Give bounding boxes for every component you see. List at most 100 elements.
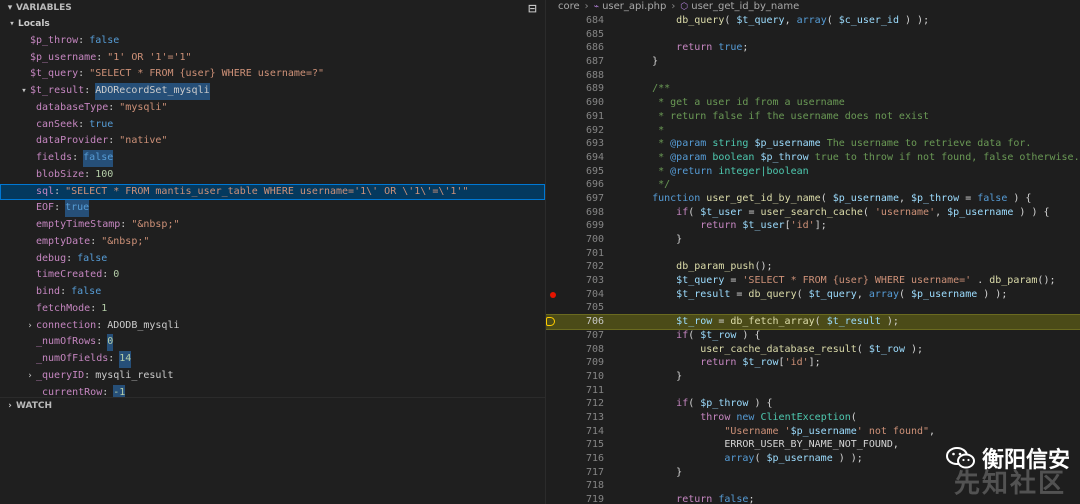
- variable-row[interactable]: timeCreated:0: [0, 267, 545, 284]
- code-line[interactable]: 712 if( $p_throw ) {: [546, 397, 1080, 411]
- line-number[interactable]: 686: [546, 41, 604, 55]
- line-number[interactable]: 704: [546, 288, 604, 302]
- variable-row[interactable]: _currentRow: -1: [0, 384, 545, 397]
- line-number[interactable]: 695: [546, 165, 604, 179]
- line-number[interactable]: 708: [546, 343, 604, 357]
- variable-row[interactable]: databaseType: "mysqli": [0, 100, 545, 117]
- code-line[interactable]: 704 $t_result = db_query( $t_query, arra…: [546, 288, 1080, 302]
- code-line[interactable]: 711: [546, 384, 1080, 398]
- line-number[interactable]: 689: [546, 82, 604, 96]
- code-editor[interactable]: 684 db_query( $t_query, array( $c_user_i…: [546, 14, 1080, 504]
- code-line[interactable]: 687 }: [546, 55, 1080, 69]
- code-line[interactable]: 709 return $t_row['id'];: [546, 356, 1080, 370]
- code-line[interactable]: 701: [546, 247, 1080, 261]
- line-number[interactable]: 715: [546, 438, 604, 452]
- code-line[interactable]: 699 return $t_user['id'];: [546, 219, 1080, 233]
- code-line[interactable]: 691 * return false if the username does …: [546, 110, 1080, 124]
- code-line[interactable]: 690 * get a user id from a username: [546, 96, 1080, 110]
- code-line[interactable]: 714 "Username '$p_username' not found",: [546, 425, 1080, 439]
- code-line[interactable]: 700 }: [546, 233, 1080, 247]
- line-number[interactable]: 717: [546, 466, 604, 480]
- code-line[interactable]: 688: [546, 69, 1080, 83]
- code-line[interactable]: 694 * @param boolean $p_throw true to th…: [546, 151, 1080, 165]
- chevron-right-icon[interactable]: ›: [24, 318, 36, 335]
- line-number[interactable]: 701: [546, 247, 604, 261]
- line-number[interactable]: 705: [546, 301, 604, 315]
- code-line[interactable]: 685: [546, 28, 1080, 42]
- variable-row[interactable]: ▾ $t_result: ADORecordSet_mysqli: [0, 83, 545, 100]
- code-line[interactable]: 708 user_cache_database_result( $t_row )…: [546, 343, 1080, 357]
- chevron-right-icon[interactable]: ›: [24, 368, 36, 385]
- line-number[interactable]: 714: [546, 425, 604, 439]
- breadcrumb-item-file[interactable]: user_api.php: [602, 0, 666, 14]
- code-line[interactable]: 705: [546, 301, 1080, 315]
- line-number[interactable]: 713: [546, 411, 604, 425]
- scope-locals[interactable]: ▾ Locals: [0, 16, 545, 33]
- watch-section-header[interactable]: › WATCH: [0, 397, 545, 414]
- variable-row[interactable]: › connection: ADODB_mysqli: [0, 318, 545, 335]
- variable-row[interactable]: fields: false: [0, 150, 545, 167]
- code-line[interactable]: 702 db_param_push();: [546, 260, 1080, 274]
- code-line[interactable]: 698 if( $t_user = user_search_cache( 'us…: [546, 206, 1080, 220]
- line-number[interactable]: 692: [546, 124, 604, 138]
- line-number[interactable]: 685: [546, 28, 604, 42]
- variable-row[interactable]: dataProvider: "native": [0, 133, 545, 150]
- line-number[interactable]: 696: [546, 178, 604, 192]
- variable-row[interactable]: debug: false: [0, 251, 545, 268]
- code-line[interactable]: 695 * @return integer|boolean: [546, 165, 1080, 179]
- line-number[interactable]: 709: [546, 356, 604, 370]
- line-number[interactable]: 706: [546, 315, 604, 329]
- current-execution-line[interactable]: 706 $t_row = db_fetch_array( $t_result )…: [546, 314, 1080, 330]
- variables-section-header[interactable]: ▾ VARIABLES ⊟: [0, 0, 545, 16]
- line-number[interactable]: 693: [546, 137, 604, 151]
- code-line[interactable]: 710 }: [546, 370, 1080, 384]
- variable-row[interactable]: EOF: true: [0, 200, 545, 217]
- code-line[interactable]: 713 throw new ClientException(: [546, 411, 1080, 425]
- code-line[interactable]: 686 return true;: [546, 41, 1080, 55]
- code-line[interactable]: 696 */: [546, 178, 1080, 192]
- line-number[interactable]: 711: [546, 384, 604, 398]
- variable-row[interactable]: $p_throw: false: [0, 33, 545, 50]
- variable-row[interactable]: _numOfFields:14: [0, 351, 545, 368]
- line-number[interactable]: 698: [546, 206, 604, 220]
- line-number[interactable]: 703: [546, 274, 604, 288]
- breakpoint-icon[interactable]: [550, 291, 556, 298]
- line-number[interactable]: 718: [546, 479, 604, 493]
- code-line[interactable]: 697 function user_get_id_by_name( $p_use…: [546, 192, 1080, 206]
- line-number[interactable]: 690: [546, 96, 604, 110]
- breadcrumb-item-symbol[interactable]: user_get_id_by_name: [691, 0, 799, 14]
- line-number[interactable]: 716: [546, 452, 604, 466]
- line-number[interactable]: 700: [546, 233, 604, 247]
- variable-row[interactable]: bind: false: [0, 284, 545, 301]
- line-number[interactable]: 684: [546, 14, 604, 28]
- collapse-all-icon[interactable]: ⊟: [528, 1, 537, 17]
- line-number[interactable]: 707: [546, 329, 604, 343]
- line-number[interactable]: 688: [546, 69, 604, 83]
- line-number[interactable]: 710: [546, 370, 604, 384]
- line-number[interactable]: 712: [546, 397, 604, 411]
- breadcrumb-item-folder[interactable]: core: [558, 0, 580, 14]
- line-number[interactable]: 719: [546, 493, 604, 504]
- line-number[interactable]: 699: [546, 219, 604, 233]
- variable-row[interactable]: sql: "SELECT * FROM mantis_user_table WHE…: [0, 183, 545, 201]
- line-number[interactable]: 697: [546, 192, 604, 206]
- code-line[interactable]: 692 *: [546, 124, 1080, 138]
- variable-row[interactable]: canSeek: true: [0, 117, 545, 134]
- variable-row[interactable]: $t_query: "SELECT * FROM {user} WHERE use…: [0, 66, 545, 83]
- variable-row[interactable]: emptyDate: "&nbsp;": [0, 234, 545, 251]
- line-number[interactable]: 694: [546, 151, 604, 165]
- code-line[interactable]: 707 if( $t_row ) {: [546, 329, 1080, 343]
- variable-row[interactable]: fetchMode:1: [0, 301, 545, 318]
- code-line[interactable]: 693 * @param string $p_username The user…: [546, 137, 1080, 151]
- code-line[interactable]: 703 $t_query = 'SELECT * FROM {user} WHE…: [546, 274, 1080, 288]
- variable-row[interactable]: emptyTimeStamp: "&nbsp;": [0, 217, 545, 234]
- code-line[interactable]: 684 db_query( $t_query, array( $c_user_i…: [546, 14, 1080, 28]
- variable-row[interactable]: › _queryID: mysqli_result: [0, 368, 545, 385]
- chevron-down-icon[interactable]: ▾: [18, 83, 30, 100]
- variable-row[interactable]: blobSize:100: [0, 167, 545, 184]
- line-number[interactable]: 687: [546, 55, 604, 69]
- code-line[interactable]: 689 /**: [546, 82, 1080, 96]
- line-number[interactable]: 691: [546, 110, 604, 124]
- line-number[interactable]: 702: [546, 260, 604, 274]
- variable-row[interactable]: _numOfRows:0: [0, 334, 545, 351]
